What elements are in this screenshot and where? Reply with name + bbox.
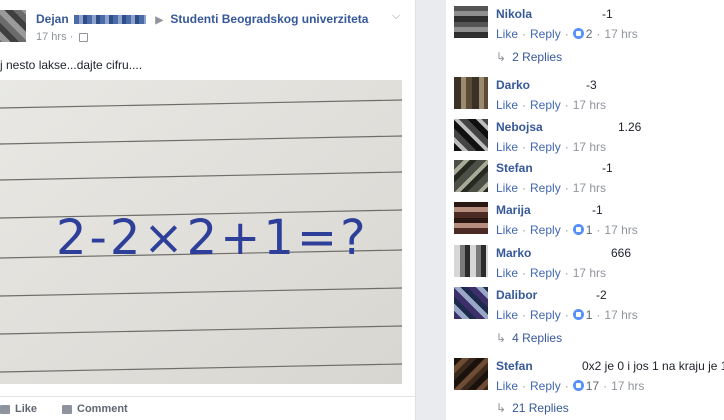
commenter-name[interactable]: Stefan — [496, 359, 533, 373]
comment-icon — [62, 404, 72, 414]
comment-actions: Like · Reply · 17 hrs — [496, 98, 607, 112]
post-author-avatar[interactable] — [0, 10, 26, 42]
comment-reply-link[interactable]: Reply — [530, 140, 561, 154]
commenter-name[interactable]: Nikola — [496, 7, 532, 21]
comment-actions: Like · Reply · 17 hrs — [496, 140, 607, 154]
post-action-bar: Like Comment — [0, 396, 416, 420]
post-author-name[interactable]: Dejan — [36, 12, 69, 26]
comment-like-count[interactable]: 2 — [586, 27, 593, 41]
comment-button[interactable]: Comment — [62, 403, 128, 415]
comment-text: -1 — [592, 203, 603, 217]
post-header: Dejan ▶ Studenti Beogradskog univerzitet… — [36, 12, 368, 26]
comment-reply-link[interactable]: Reply — [530, 223, 561, 237]
comment-time[interactable]: 17 hrs — [573, 181, 606, 195]
comment-time[interactable]: 17 hrs — [604, 27, 637, 41]
commenter-avatar[interactable] — [454, 160, 488, 192]
comment-text: 0x2 je 0 i jos 1 na kraju je 1 — [582, 359, 724, 373]
commenter-avatar[interactable] — [454, 287, 488, 319]
triangle-right-icon: ▶ — [155, 15, 164, 26]
commenter-name[interactable]: Dalibor — [496, 288, 537, 302]
like-reaction-icon — [572, 28, 584, 39]
reply-arrow-icon: ↳ — [496, 331, 507, 345]
comment-actions: Like · Reply · 2 · 17 hrs — [496, 27, 638, 41]
comment-like-link[interactable]: Like — [496, 308, 518, 322]
reply-arrow-icon: ↳ — [496, 50, 507, 64]
post-card: Dejan ▶ Studenti Beogradskog univerzitet… — [0, 0, 416, 420]
comment-reply-link[interactable]: Reply — [530, 27, 561, 41]
comment-time[interactable]: 17 hrs — [573, 266, 606, 280]
view-replies-link[interactable]: ↳ 4 Replies — [496, 331, 562, 345]
notebook-paper: 2-2×2+1=? — [0, 80, 402, 384]
comment-reply-link[interactable]: Reply — [530, 379, 561, 393]
post-group-link[interactable]: Studenti Beogradskog univerziteta — [170, 12, 368, 26]
thumbs-up-icon — [0, 404, 10, 414]
like-reaction-icon — [572, 380, 584, 391]
comment-actions: Like · Reply · 17 hrs — [496, 181, 607, 195]
column-gap — [416, 0, 446, 420]
commenter-avatar[interactable] — [454, 245, 488, 277]
comment-like-count[interactable]: 1 — [586, 223, 593, 237]
comment-like-count[interactable]: 17 — [586, 379, 599, 393]
comment-reply-link[interactable]: Reply — [530, 308, 561, 322]
comment-like-link[interactable]: Like — [496, 379, 518, 393]
like-reaction-icon — [572, 309, 584, 320]
comment-actions: Like · Reply · 17 · 17 hrs — [496, 379, 645, 393]
comment-like-link[interactable]: Like — [496, 98, 518, 112]
comment-text: 1.26 — [618, 120, 642, 134]
author-surname-blurred — [74, 15, 147, 25]
like-reaction-icon — [572, 224, 584, 235]
comment-like-link[interactable]: Like — [496, 181, 518, 195]
comment-actions: Like · Reply · 17 hrs — [496, 266, 607, 280]
comment-reply-link[interactable]: Reply — [530, 98, 561, 112]
screenshot-root: Dejan ▶ Studenti Beogradskog univerzitet… — [0, 0, 724, 420]
comment-text: -3 — [586, 78, 597, 92]
commenter-avatar[interactable] — [454, 119, 488, 151]
comment-time[interactable]: 17 hrs — [604, 308, 637, 322]
audience-icon[interactable] — [79, 32, 89, 42]
reply-arrow-icon: ↳ — [496, 401, 507, 415]
meta-dot: · — [69, 31, 77, 43]
handwritten-equation: 2-2×2+1=? — [56, 210, 369, 266]
comment-time[interactable]: 17 hrs — [611, 379, 644, 393]
comment-actions: Like · Reply · 1 · 17 hrs — [496, 223, 638, 237]
comment-actions: Like · Reply · 1 · 17 hrs — [496, 308, 638, 322]
comment-text: -1 — [602, 161, 613, 175]
commenter-avatar[interactable] — [454, 77, 488, 109]
commenter-avatar[interactable] — [454, 6, 488, 38]
comment-text: -1 — [602, 7, 613, 21]
comment-like-link[interactable]: Like — [496, 266, 518, 280]
post-photo[interactable]: 2-2×2+1=? — [0, 80, 402, 384]
comment-reply-link[interactable]: Reply — [530, 181, 561, 195]
commenter-name[interactable]: Marija — [496, 203, 531, 217]
commenter-name[interactable]: Nebojsa — [496, 120, 543, 134]
commenter-name[interactable]: Stefan — [496, 161, 533, 175]
comment-reply-link[interactable]: Reply — [530, 266, 561, 280]
view-replies-link[interactable]: ↳ 2 Replies — [496, 50, 562, 64]
post-text: j nesto lakse...dajte cifru.... — [0, 58, 143, 72]
post-meta: 17 hrs · — [36, 31, 89, 43]
commenter-name[interactable]: Marko — [496, 246, 531, 260]
comment-like-count[interactable]: 1 — [586, 308, 593, 322]
view-replies-link[interactable]: ↳ 21 Replies — [496, 401, 569, 415]
commenter-avatar[interactable] — [454, 358, 488, 390]
comment-like-link[interactable]: Like — [496, 223, 518, 237]
like-button[interactable]: Like — [0, 403, 37, 415]
commenter-name[interactable]: Darko — [496, 78, 530, 92]
comment-time[interactable]: 17 hrs — [573, 140, 606, 154]
comment-time[interactable]: 17 hrs — [604, 223, 637, 237]
comment-time[interactable]: 17 hrs — [573, 98, 606, 112]
chevron-down-icon[interactable]: ⌵ — [392, 10, 400, 23]
post-time[interactable]: 17 hrs — [36, 31, 67, 43]
comment-text: -2 — [596, 288, 607, 302]
comment-like-link[interactable]: Like — [496, 140, 518, 154]
comment-text: 666 — [611, 246, 632, 260]
comments-panel: Nikola -1 Like · Reply · 2 · 17 hrs ↳ 2 Replies… — [446, 0, 724, 420]
commenter-avatar[interactable] — [454, 202, 488, 234]
comment-like-link[interactable]: Like — [496, 27, 518, 41]
